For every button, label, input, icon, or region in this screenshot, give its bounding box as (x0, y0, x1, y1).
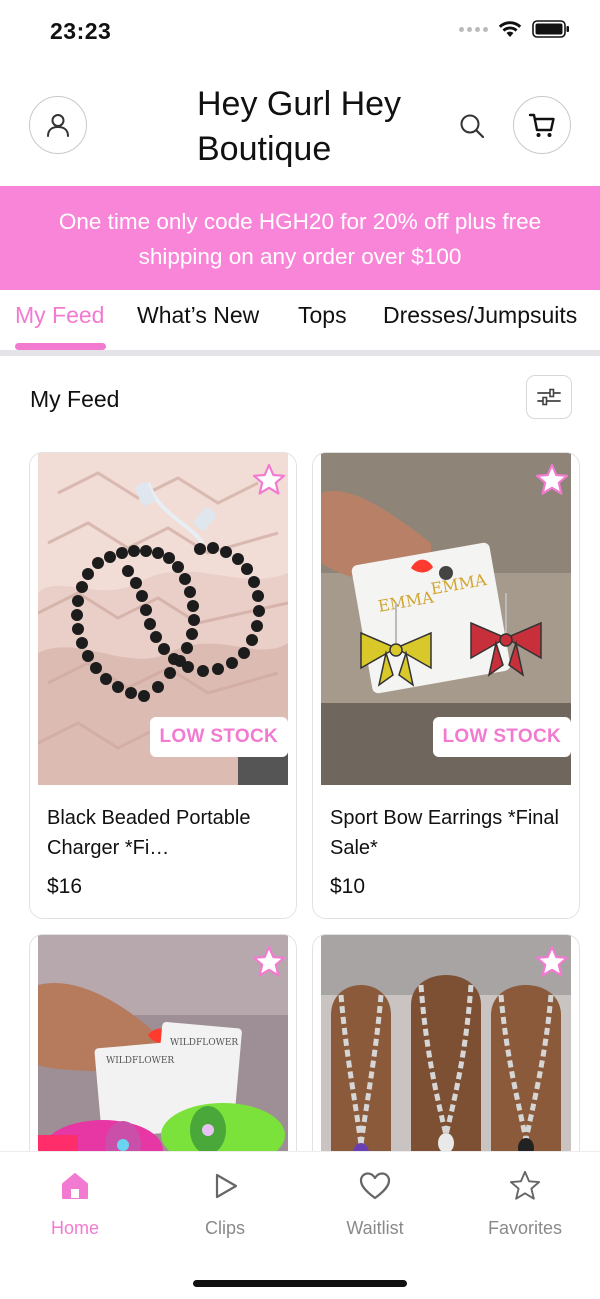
cart-button[interactable] (513, 96, 571, 154)
store-title-line-2: Boutique (197, 130, 332, 168)
product-card[interactable]: EMMA EMMA LOW STOCK Sport Bow Earrings *… (312, 452, 580, 919)
tab-tops[interactable]: Tops (298, 302, 347, 329)
wifi-icon (498, 21, 522, 37)
bottom-navigation: Home Clips Waitlist Favorites (0, 1151, 600, 1299)
product-price: $10 (330, 875, 366, 898)
wildflower-card-label: WILDFLOWER (106, 1056, 174, 1066)
tab-whats-new[interactable]: What’s New (137, 302, 259, 329)
section-title: My Feed (30, 386, 120, 412)
nav-clips[interactable]: Clips (150, 1168, 300, 1239)
tab-my-feed[interactable]: My Feed (15, 302, 104, 329)
product-price: $16 (47, 875, 83, 898)
home-icon (62, 1173, 88, 1199)
status-bar: 23:23 (0, 0, 600, 66)
product-name: Sport Bow Earrings *Final Sale* (330, 807, 559, 859)
product-name: Black Beaded Portable Charger *Fi… (47, 807, 251, 859)
nav-waitlist[interactable]: Waitlist (300, 1168, 450, 1239)
nav-favorites-label: Favorites (487, 1218, 563, 1238)
app-header: Hey Gurl Hey Boutique (0, 66, 600, 186)
nav-home[interactable]: Home (0, 1168, 150, 1239)
nav-favorites[interactable]: Favorites (450, 1168, 600, 1239)
cart-icon (528, 113, 555, 137)
product-image[interactable] (321, 935, 571, 1173)
favorite-star-icon[interactable] (252, 945, 286, 979)
low-stock-badge: LOW STOCK (149, 717, 288, 757)
product-image[interactable]: WILDFLOWER WILDFLOWER (38, 935, 288, 1173)
status-time: 23:23 (50, 18, 112, 44)
nav-clips-label: Clips (204, 1218, 245, 1238)
tab-dresses-jumpsuits[interactable]: Dresses/Jumpsuits (383, 302, 577, 329)
nav-home-label: Home (50, 1218, 99, 1238)
store-title-line-1: Hey Gurl Hey (197, 85, 402, 123)
user-icon (47, 114, 69, 137)
promo-banner[interactable]: One time only code HGH20 for 20% off plu… (0, 186, 600, 290)
low-stock-badge: LOW STOCK (432, 717, 571, 757)
promo-text: One time only code HGH20 for 20% off plu… (58, 209, 542, 269)
account-button[interactable] (29, 96, 87, 154)
search-button[interactable] (454, 108, 490, 144)
play-icon (215, 1173, 238, 1199)
favorite-star-icon[interactable] (535, 463, 569, 497)
status-icons (459, 20, 570, 38)
product-card[interactable]: LOW STOCK Black Beaded Portable Charger … (29, 452, 297, 919)
product-card[interactable] (312, 934, 580, 1174)
search-icon (460, 114, 485, 139)
product-card[interactable]: WILDFLOWER WILDFLOWER (29, 934, 297, 1174)
home-indicator (193, 1280, 407, 1287)
star-icon (509, 1170, 541, 1200)
category-tabs: My Feed What’s New Tops Dresses/Jumpsuit… (0, 290, 600, 356)
active-tab-indicator (15, 343, 106, 350)
store-title: Hey Gurl Hey Boutique (197, 82, 437, 172)
wildflower-card-label-2: WILDFLOWER (170, 1038, 238, 1048)
favorite-star-icon[interactable] (252, 463, 286, 497)
filter-button[interactable] (526, 375, 572, 419)
signal-icon (459, 26, 488, 32)
battery-icon (532, 20, 569, 38)
favorite-star-icon[interactable] (535, 945, 569, 979)
nav-waitlist-label: Waitlist (346, 1218, 404, 1238)
sliders-icon (537, 388, 561, 406)
heart-icon (359, 1172, 391, 1200)
